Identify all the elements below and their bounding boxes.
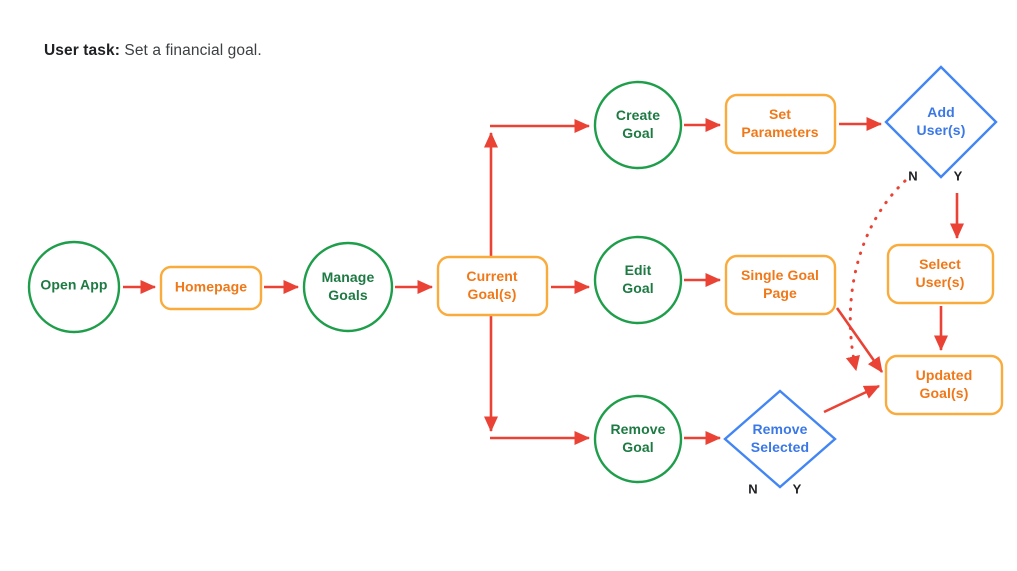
node-open-app[interactable]: Open App — [27, 240, 121, 334]
branch-label-add-users-yes: Y — [954, 168, 963, 183]
flowchart-canvas: Open App Homepage Manage Goals Current Goa… — [27, 65, 1004, 496]
node-updated-goals[interactable]: Updated Goal(s) — [884, 354, 1004, 416]
node-set-parameters[interactable]: Set Parameters — [724, 93, 837, 155]
node-select-users[interactable]: Select User(s) — [886, 243, 995, 305]
branch-label-remove-selected-no: N — [748, 481, 757, 496]
open-app-label: Open App — [40, 277, 107, 293]
node-add-users[interactable]: Add User(s) — [884, 65, 998, 179]
node-single-goal-page[interactable]: Single Goal Page — [724, 254, 837, 316]
node-homepage[interactable]: Homepage — [159, 265, 263, 311]
branch-label-remove-selected-yes: Y — [793, 481, 802, 496]
node-remove-goal[interactable]: Remove Goal — [593, 394, 683, 484]
node-edit-goal[interactable]: Edit Goal — [593, 235, 683, 325]
node-manage-goals[interactable]: Manage Goals — [302, 241, 394, 333]
homepage-label: Homepage — [175, 279, 247, 295]
node-current-goals[interactable]: Current Goal(s) — [436, 255, 549, 317]
branch-label-add-users-no: N — [908, 168, 917, 183]
node-remove-selected[interactable]: Remove Selected — [723, 389, 837, 489]
node-layer: Open App Homepage Manage Goals Current Goa… — [27, 65, 1004, 489]
edge-single-goal-page-to-updated-goals — [835, 307, 884, 373]
edge-remove-selected-yes-to-updated-goals — [823, 384, 880, 414]
flowchart-page: User task: Set a financial goal. Open Ap… — [0, 0, 1017, 571]
node-create-goal[interactable]: Create Goal — [593, 80, 683, 170]
